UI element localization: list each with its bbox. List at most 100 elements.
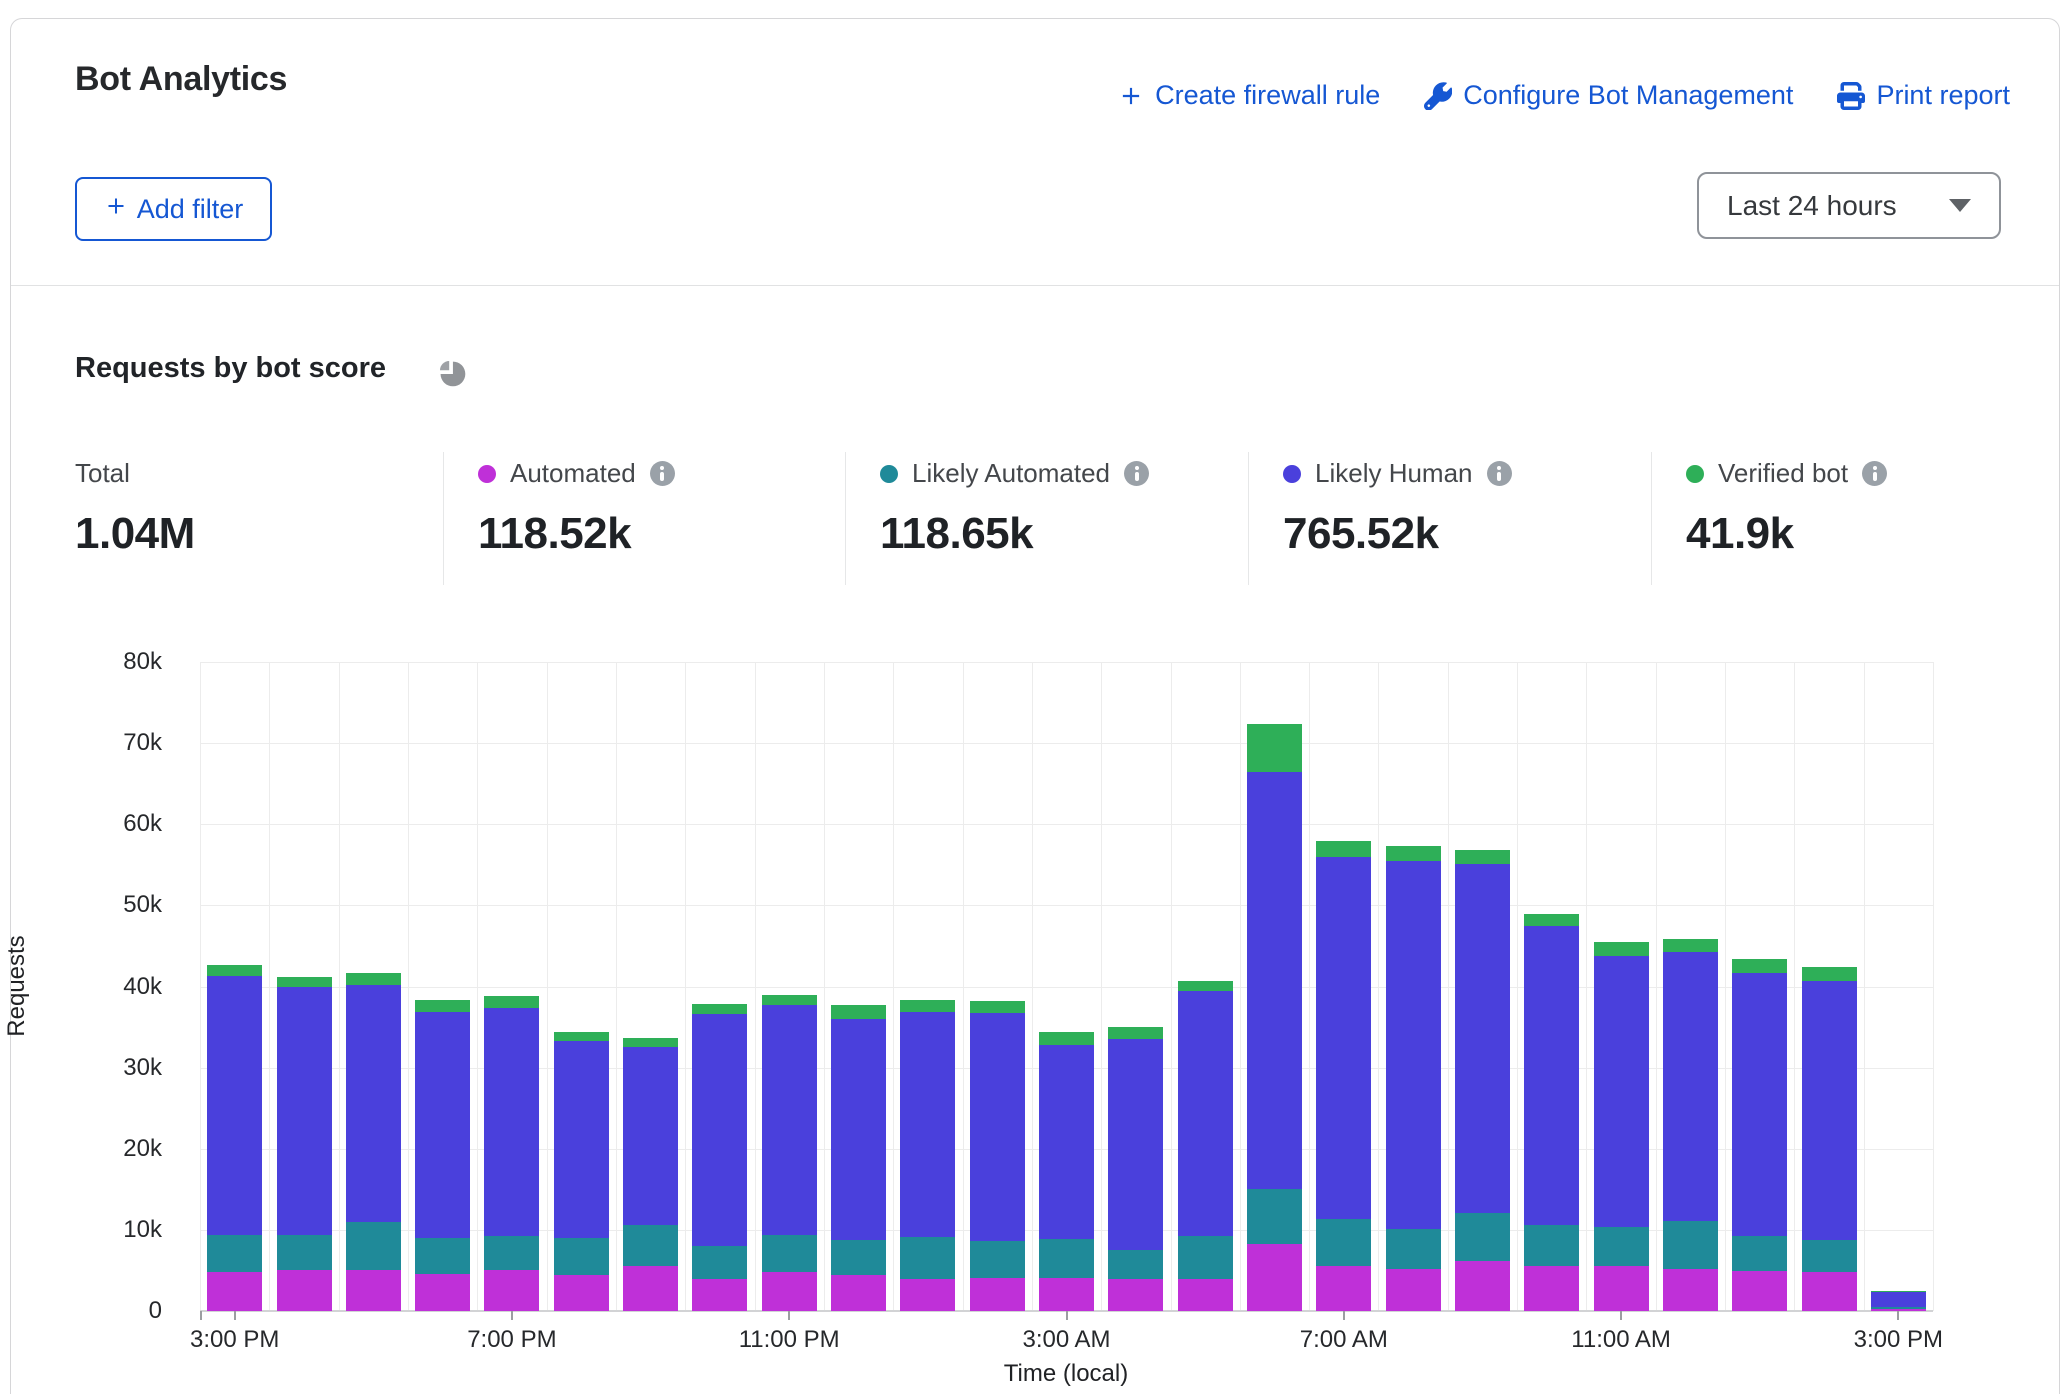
bar-segment-likely-automated[interactable] <box>1871 1307 1926 1309</box>
bar-segment-likely-automated[interactable] <box>1732 1236 1787 1271</box>
chart-bar[interactable] <box>1039 662 1094 1311</box>
chart-bar[interactable] <box>1594 662 1649 1311</box>
bar-segment-automated[interactable] <box>1247 1244 1302 1311</box>
bar-segment-likely-automated[interactable] <box>1594 1227 1649 1266</box>
bar-segment-likely-automated[interactable] <box>554 1238 609 1275</box>
bar-segment-likely-automated[interactable] <box>1524 1225 1579 1266</box>
chart-bar[interactable] <box>1524 662 1579 1311</box>
bar-segment-automated[interactable] <box>415 1274 470 1311</box>
bar-segment-likely-automated[interactable] <box>762 1235 817 1272</box>
bar-segment-likely-human[interactable] <box>277 987 332 1234</box>
bar-segment-automated[interactable] <box>1108 1279 1163 1311</box>
bar-segment-verified-bot[interactable] <box>1802 967 1857 981</box>
bar-segment-verified-bot[interactable] <box>831 1005 886 1019</box>
bar-segment-likely-automated[interactable] <box>207 1235 262 1272</box>
bar-segment-automated[interactable] <box>207 1272 262 1311</box>
configure-bot-management-link[interactable]: Configure Bot Management <box>1424 80 1793 111</box>
bar-segment-automated[interactable] <box>1178 1279 1233 1311</box>
chart-bar[interactable] <box>207 662 262 1311</box>
bar-segment-likely-human[interactable] <box>1178 991 1233 1235</box>
chart-bar[interactable] <box>415 662 470 1311</box>
bar-segment-verified-bot[interactable] <box>346 973 401 985</box>
bar-segment-automated[interactable] <box>1039 1278 1094 1311</box>
bar-segment-likely-human[interactable] <box>623 1047 678 1225</box>
bar-segment-likely-human[interactable] <box>207 976 262 1235</box>
bar-segment-likely-automated[interactable] <box>1247 1189 1302 1245</box>
bar-segment-likely-automated[interactable] <box>1386 1229 1441 1269</box>
chart-bar[interactable] <box>1732 662 1787 1311</box>
bar-segment-likely-human[interactable] <box>554 1041 609 1238</box>
bar-segment-automated[interactable] <box>484 1270 539 1311</box>
bar-segment-likely-human[interactable] <box>1386 861 1441 1229</box>
bar-segment-verified-bot[interactable] <box>762 995 817 1006</box>
info-icon[interactable] <box>1487 461 1512 486</box>
chart-bar[interactable] <box>623 662 678 1311</box>
bar-segment-verified-bot[interactable] <box>1524 914 1579 926</box>
chart-bar[interactable] <box>346 662 401 1311</box>
bar-segment-likely-human[interactable] <box>1247 772 1302 1188</box>
chart-bar[interactable] <box>1178 662 1233 1311</box>
bar-segment-verified-bot[interactable] <box>207 965 262 976</box>
bar-segment-likely-automated[interactable] <box>900 1237 955 1278</box>
chart-bar[interactable] <box>1663 662 1718 1311</box>
info-icon[interactable] <box>1124 461 1149 486</box>
bar-segment-automated[interactable] <box>970 1278 1025 1311</box>
bar-segment-likely-automated[interactable] <box>1316 1219 1371 1266</box>
bar-segment-verified-bot[interactable] <box>1594 942 1649 956</box>
bar-segment-automated[interactable] <box>1316 1266 1371 1311</box>
bar-segment-likely-human[interactable] <box>970 1013 1025 1241</box>
chart-bar[interactable] <box>692 662 747 1311</box>
bar-segment-automated[interactable] <box>277 1270 332 1311</box>
chart-bar[interactable] <box>1108 662 1163 1311</box>
bar-segment-automated[interactable] <box>900 1279 955 1311</box>
bar-segment-verified-bot[interactable] <box>1386 846 1441 861</box>
bar-segment-automated[interactable] <box>1732 1271 1787 1311</box>
chart-bar[interactable] <box>1316 662 1371 1311</box>
bar-segment-verified-bot[interactable] <box>415 1000 470 1012</box>
bar-segment-likely-automated[interactable] <box>415 1238 470 1274</box>
bar-segment-likely-human[interactable] <box>1108 1039 1163 1250</box>
bar-segment-verified-bot[interactable] <box>1316 841 1371 856</box>
bar-segment-verified-bot[interactable] <box>1663 939 1718 952</box>
time-range-select[interactable]: Last 24 hours <box>1697 172 2001 239</box>
bar-segment-likely-human[interactable] <box>1663 952 1718 1221</box>
bar-segment-verified-bot[interactable] <box>1108 1027 1163 1039</box>
bar-segment-verified-bot[interactable] <box>900 1000 955 1012</box>
bar-segment-verified-bot[interactable] <box>1178 981 1233 992</box>
chart-bar[interactable] <box>1455 662 1510 1311</box>
bar-segment-likely-automated[interactable] <box>1663 1221 1718 1269</box>
bar-segment-likely-human[interactable] <box>1524 926 1579 1225</box>
chart-bar[interactable] <box>484 662 539 1311</box>
bar-segment-verified-bot[interactable] <box>1039 1032 1094 1045</box>
bar-segment-likely-human[interactable] <box>484 1008 539 1235</box>
bar-segment-automated[interactable] <box>1386 1269 1441 1311</box>
bar-segment-verified-bot[interactable] <box>1247 724 1302 773</box>
bar-segment-likely-human[interactable] <box>1802 981 1857 1240</box>
bar-segment-likely-automated[interactable] <box>484 1236 539 1271</box>
bar-segment-verified-bot[interactable] <box>554 1032 609 1041</box>
bar-segment-likely-human[interactable] <box>762 1005 817 1235</box>
bar-segment-likely-automated[interactable] <box>623 1225 678 1266</box>
chart-bar[interactable] <box>1247 662 1302 1311</box>
bar-segment-likely-human[interactable] <box>346 985 401 1222</box>
bar-segment-automated[interactable] <box>1594 1266 1649 1311</box>
bar-segment-likely-automated[interactable] <box>1802 1240 1857 1272</box>
bar-segment-verified-bot[interactable] <box>970 1001 1025 1013</box>
bar-segment-verified-bot[interactable] <box>623 1038 678 1047</box>
bar-segment-automated[interactable] <box>831 1275 886 1312</box>
bar-segment-likely-human[interactable] <box>1316 857 1371 1220</box>
bar-segment-likely-automated[interactable] <box>831 1240 886 1274</box>
bar-segment-automated[interactable] <box>1524 1266 1579 1311</box>
bar-segment-likely-automated[interactable] <box>277 1235 332 1271</box>
bar-segment-verified-bot[interactable] <box>1732 959 1787 973</box>
bar-segment-automated[interactable] <box>692 1279 747 1311</box>
bar-segment-verified-bot[interactable] <box>484 996 539 1008</box>
chart-bar[interactable] <box>1386 662 1441 1311</box>
bar-segment-likely-human[interactable] <box>1039 1045 1094 1239</box>
chart-bar[interactable] <box>970 662 1025 1311</box>
add-filter-button[interactable]: Add filter <box>75 177 272 241</box>
bar-segment-automated[interactable] <box>554 1275 609 1312</box>
info-icon[interactable] <box>1862 461 1887 486</box>
bar-segment-likely-automated[interactable] <box>346 1222 401 1270</box>
bar-segment-likely-automated[interactable] <box>970 1241 1025 1278</box>
